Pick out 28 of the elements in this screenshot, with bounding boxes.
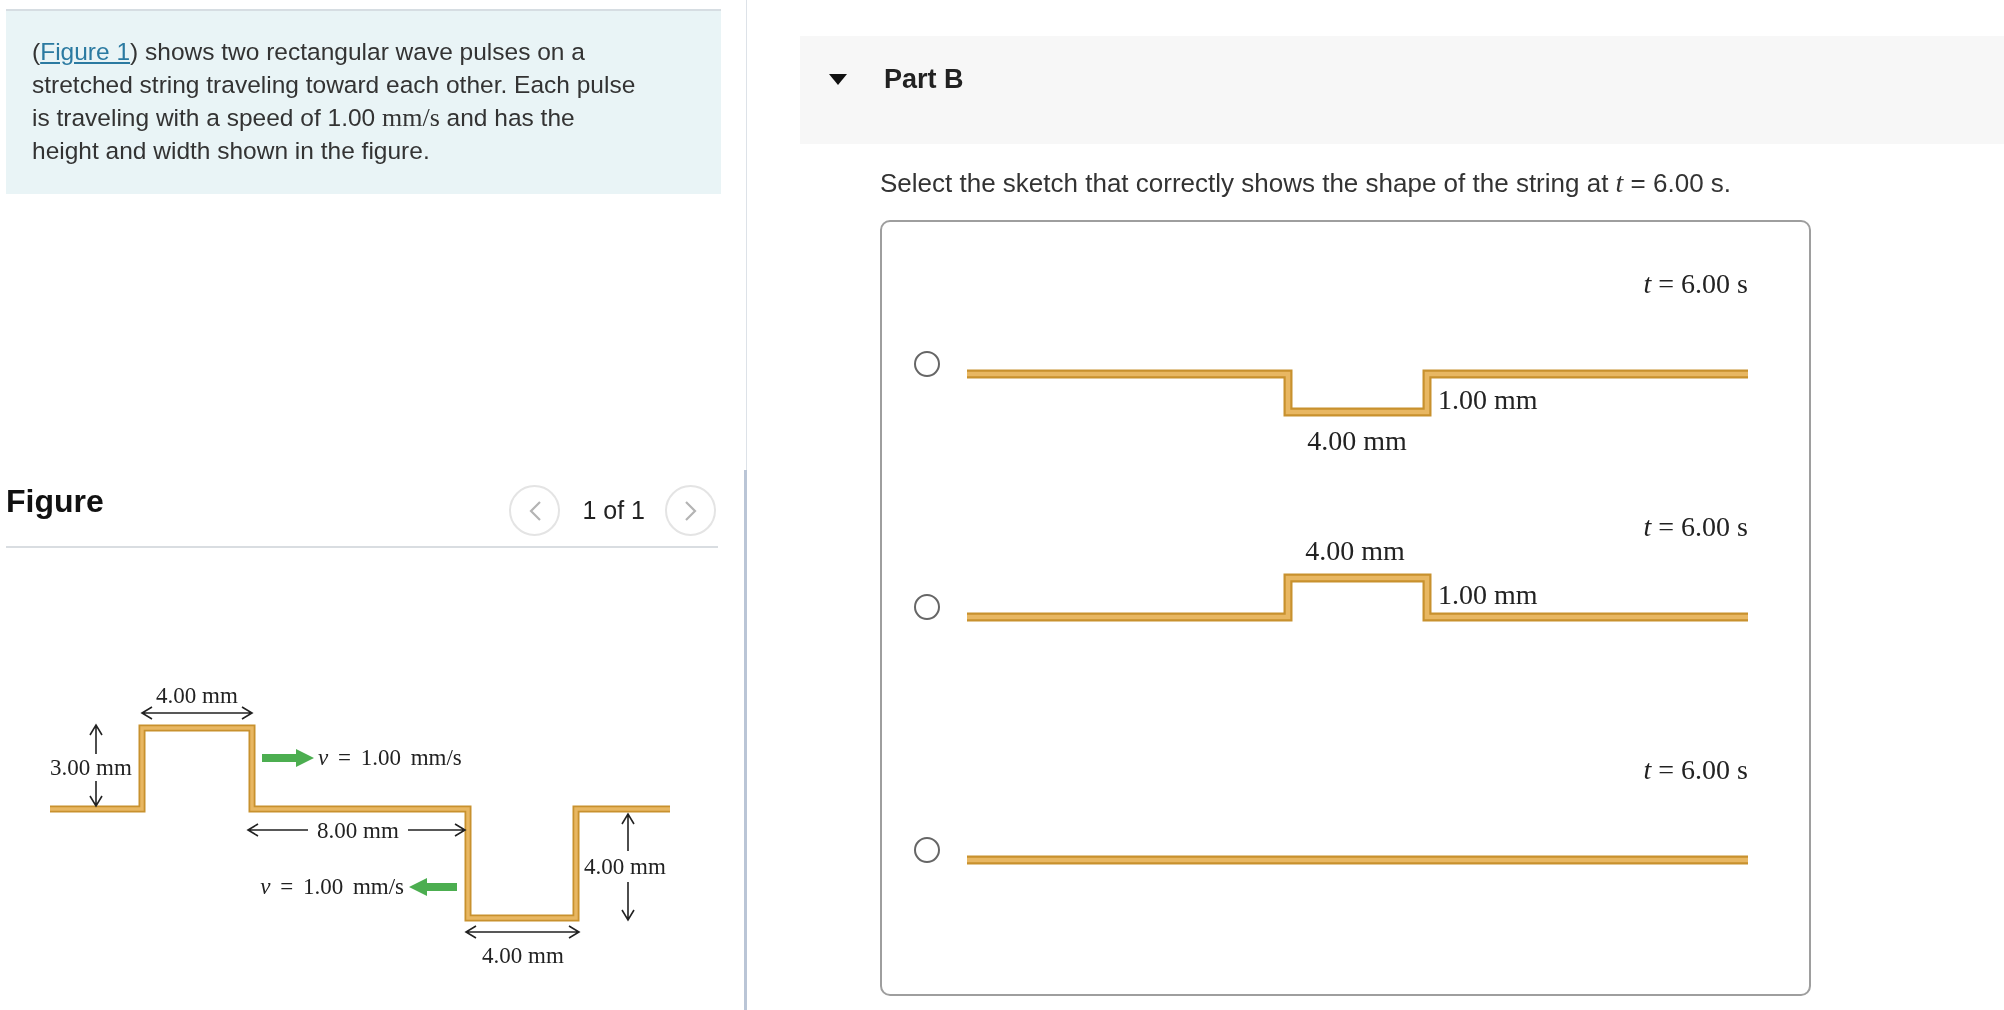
radio-button[interactable] <box>914 351 940 377</box>
caret-icon[interactable] <box>829 74 847 85</box>
dimension-label: 8.00 mm <box>317 819 399 842</box>
time-label: t = 6.00 s <box>1643 513 1748 541</box>
velocity-label: v = 1.00 mm/s <box>260 875 404 898</box>
dimension-label: 4.00 mm <box>584 855 666 878</box>
velocity-label: v = 1.00 mm/s <box>318 746 462 769</box>
figure-link[interactable]: Figure 1 <box>40 38 131 65</box>
dimension-label: 3.00 mm <box>50 756 132 779</box>
velocity-arrow <box>262 749 314 767</box>
time-label: t = 6.00 s <box>1643 756 1748 784</box>
figure-title: Figure <box>6 484 104 518</box>
dimension-label: 4.00 mm <box>1307 427 1407 455</box>
radio-button[interactable] <box>914 837 940 863</box>
chevron-left-icon <box>528 500 541 521</box>
dimension-label: 1.00 mm <box>1438 386 1538 414</box>
part-title: Part B <box>884 64 964 94</box>
question-text: Select the sketch that correctly shows the shape of the string at t = 6.00 s. <box>880 167 1733 199</box>
chevron-right-icon <box>684 500 697 521</box>
dimension-label: 4.00 mm <box>1305 537 1405 565</box>
radio-button[interactable] <box>914 594 940 620</box>
dimension-label: 4.00 mm <box>156 684 238 707</box>
dimension-label: 4.00 mm <box>482 944 564 967</box>
page-counter: 1 of 1 <box>582 496 645 525</box>
intro-text: (Figure 1) shows two rectangular wave pulses on a stretched string traveling toward each other. Each pulse is traveling with a speed of 1.00 mm/s and has the height and width shown in the figure. <box>32 37 637 166</box>
time-label: t = 6.00 s <box>1643 270 1748 298</box>
dimension-label: 1.00 mm <box>1438 581 1538 609</box>
velocity-arrow <box>409 878 457 896</box>
